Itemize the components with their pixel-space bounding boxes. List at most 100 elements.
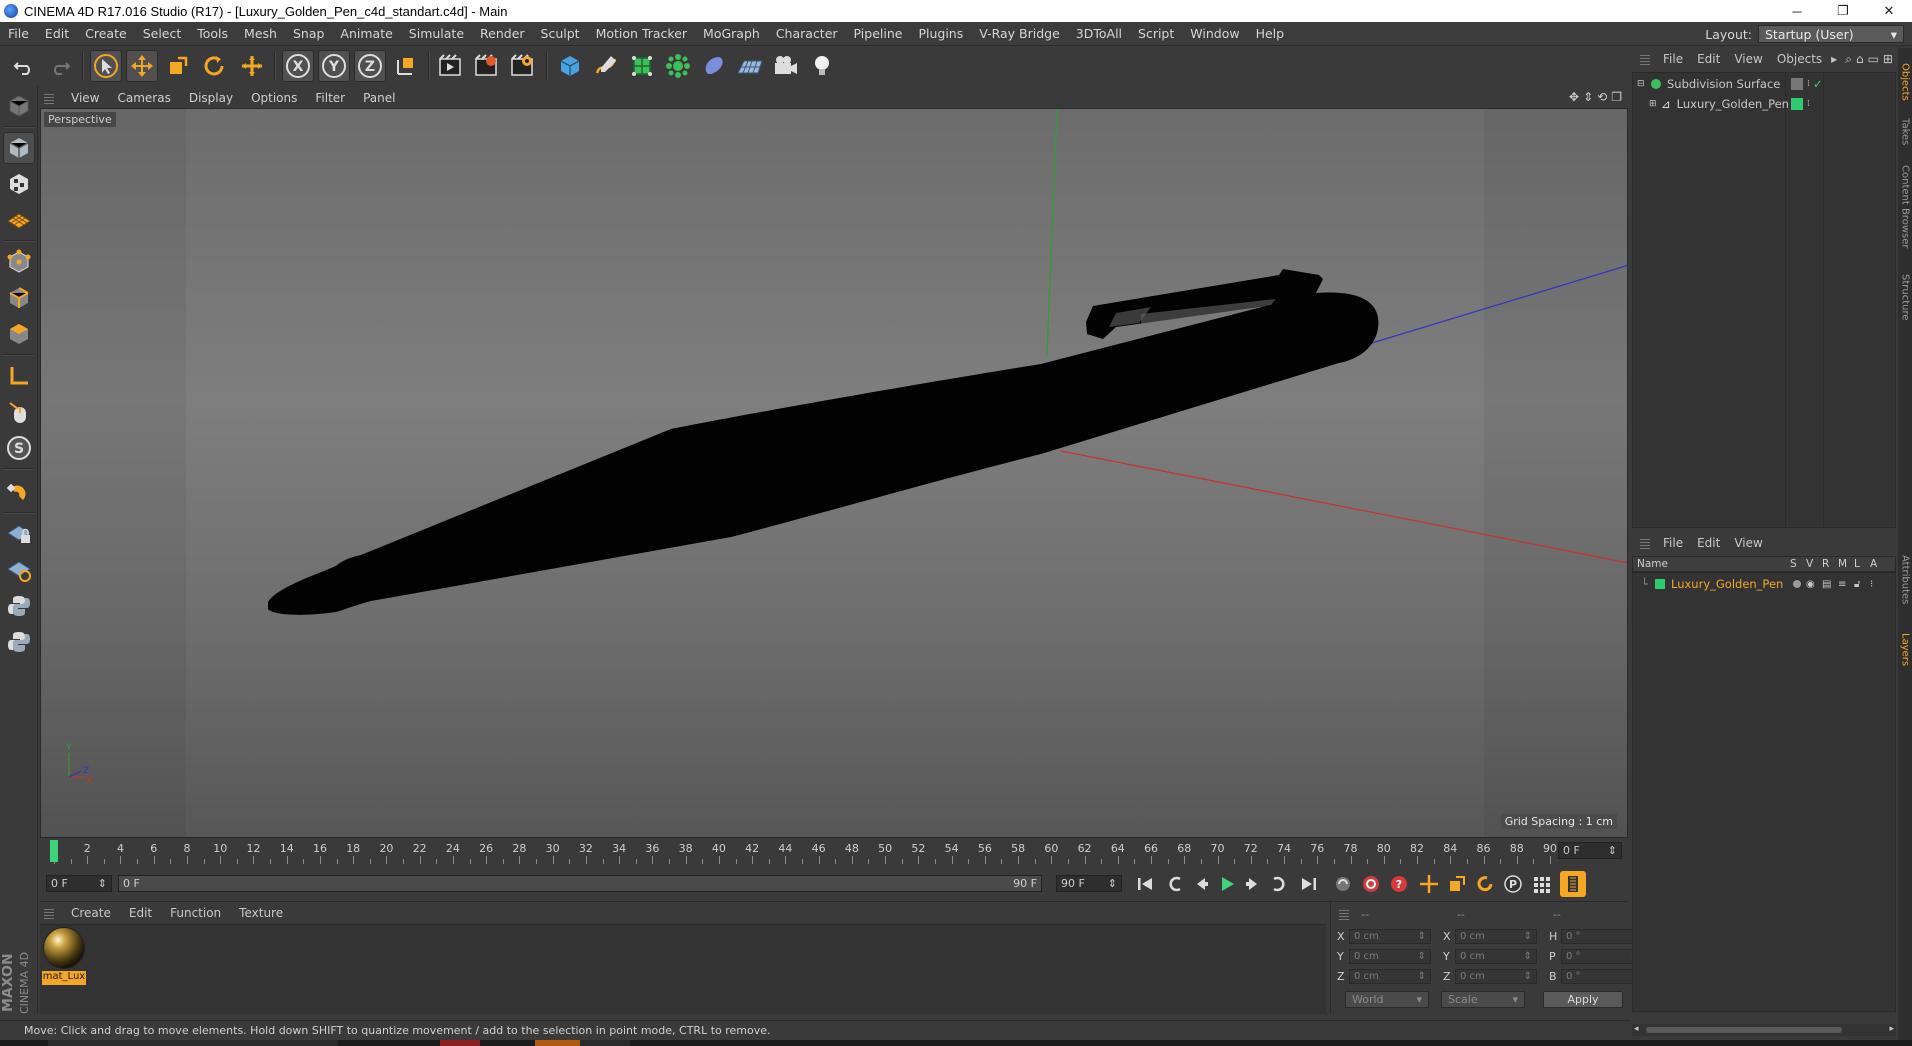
autokeying-icon[interactable] <box>1358 871 1384 897</box>
next-key-icon[interactable] <box>1266 871 1292 897</box>
frame-range-slider[interactable]: 0 F 90 F <box>118 875 1042 892</box>
animation-toggle-icon[interactable]: ⁝ <box>1870 579 1873 590</box>
menu-script[interactable]: Script <box>1130 26 1182 41</box>
menu-mograph[interactable]: MoGraph <box>695 26 768 41</box>
subdivision-icon[interactable] <box>626 50 658 82</box>
layer-swatch-icon[interactable] <box>1791 98 1803 110</box>
record-parameter-icon[interactable]: P <box>1500 871 1526 897</box>
menu-sculpt[interactable]: Sculpt <box>533 26 588 41</box>
tab-layers[interactable]: Layers <box>1898 620 1912 680</box>
lock-icon[interactable]: 🔓︎ <box>1854 579 1860 590</box>
tab-structure[interactable]: Structure <box>1898 262 1912 332</box>
tab-content-browser[interactable]: Content Browser <box>1898 152 1912 262</box>
record-rotation-icon[interactable] <box>1472 871 1498 897</box>
layers-menu-view[interactable]: View <box>1727 536 1769 550</box>
coordinate-space-dropdown[interactable]: World ▾ <box>1345 991 1429 1008</box>
current-frame-field[interactable]: 0 F ⇕ <box>1558 842 1622 859</box>
go-to-start-icon[interactable] <box>1132 871 1158 897</box>
render-picture-viewer-icon[interactable] <box>470 50 502 82</box>
go-to-end-icon[interactable] <box>1296 871 1322 897</box>
record-position-icon[interactable] <box>1416 871 1442 897</box>
layer-swatch-icon[interactable] <box>1791 78 1803 90</box>
solo-toggle-icon[interactable] <box>1793 580 1801 588</box>
viewport-menu-display[interactable]: Display <box>180 91 242 105</box>
menu-help[interactable]: Help <box>1248 26 1293 41</box>
size-z-field[interactable]: 0 cm ⇕ <box>1455 969 1537 984</box>
enabled-check-icon[interactable]: ✓ <box>1813 77 1823 91</box>
timeline-ruler[interactable]: 0246810121416182022242628303234363840424… <box>40 838 1628 864</box>
tab-takes[interactable]: Takes <box>1898 112 1912 152</box>
render-view-icon[interactable] <box>434 50 466 82</box>
planar-workplane-icon[interactable] <box>3 554 35 586</box>
tab-attributes[interactable]: Attributes <box>1898 540 1912 620</box>
solo-mode-icon[interactable]: S <box>3 432 35 464</box>
search-icon[interactable]: ⌕ <box>1845 52 1852 67</box>
camera-icon[interactable] <box>770 50 802 82</box>
snapping-magnet-icon[interactable] <box>3 476 35 508</box>
points-mode-icon[interactable] <box>3 246 35 278</box>
size-mode-dropdown[interactable]: Scale ▾ <box>1441 991 1525 1008</box>
scroll-left-icon[interactable]: ◂ <box>1634 1024 1639 1034</box>
texture-mode-icon[interactable] <box>3 168 35 200</box>
deformer-icon[interactable] <box>698 50 730 82</box>
layers-menu-edit[interactable]: Edit <box>1690 536 1727 550</box>
object-row[interactable]: ⊞ ⊿ Luxury_Golden_Pen ⁞ <box>1633 95 1895 113</box>
tab-objects[interactable]: Objects <box>1898 52 1912 112</box>
visibility-dots-icon[interactable]: ⁞ <box>1807 79 1810 89</box>
material-menu-function[interactable]: Function <box>161 906 230 920</box>
viewport-zoom-icon[interactable]: ⇕ <box>1583 90 1593 104</box>
3d-viewport[interactable]: Perspective Y Z X Grid Spacing : 1 cm <box>40 108 1628 838</box>
new-window-icon[interactable]: ▭ <box>1868 52 1879 66</box>
python-script-icon[interactable] <box>3 590 35 622</box>
tweak-mode-icon[interactable] <box>3 396 35 428</box>
position-x-field[interactable]: 0 cm ⇕ <box>1349 929 1431 944</box>
material-menu-create[interactable]: Create <box>62 906 120 920</box>
panel-grip[interactable] <box>44 92 54 104</box>
lock-workplane-icon[interactable] <box>3 518 35 550</box>
menu-select[interactable]: Select <box>135 26 190 41</box>
collapse-toggle-icon[interactable]: ⊟ <box>1637 79 1647 89</box>
previous-key-icon[interactable] <box>1162 871 1188 897</box>
panel-grip[interactable] <box>1640 53 1650 65</box>
floor-icon[interactable] <box>734 50 766 82</box>
rotation-b-field[interactable]: 0 °⇕ <box>1561 969 1643 984</box>
x-axis-icon[interactable]: X <box>282 50 314 82</box>
menu-render[interactable]: Render <box>472 26 533 41</box>
python-script-2-icon[interactable] <box>3 626 35 658</box>
light-icon[interactable] <box>806 50 838 82</box>
menu-animate[interactable]: Animate <box>332 26 400 41</box>
rotate-icon[interactable] <box>198 50 230 82</box>
play-forward-icon[interactable] <box>1214 871 1240 897</box>
model-mode-icon[interactable] <box>3 132 35 164</box>
objects-menu-edit[interactable]: Edit <box>1690 52 1727 66</box>
menu-3dtoall[interactable]: 3DToAll <box>1068 26 1130 41</box>
polygons-mode-icon[interactable] <box>3 318 35 350</box>
end-frame-field[interactable]: 90 F ⇕ <box>1056 875 1122 892</box>
viewport-pan-icon[interactable]: ✥ <box>1569 90 1579 104</box>
position-y-field[interactable]: 0 cm ⇕ <box>1349 949 1431 964</box>
restore-button[interactable]: ❐ <box>1820 0 1866 22</box>
size-y-field[interactable]: 0 cm ⇕ <box>1455 949 1537 964</box>
material-menu-edit[interactable]: Edit <box>120 906 161 920</box>
render-toggle-icon[interactable]: ▤ <box>1822 579 1831 590</box>
viewport-menu-filter[interactable]: Filter <box>306 91 354 105</box>
visible-eye-icon[interactable]: ◉ <box>1806 579 1815 590</box>
manager-toggle-icon[interactable]: ≡ <box>1838 579 1846 590</box>
layer-horizontal-scrollbar[interactable]: ◂ ▸ <box>1632 1024 1896 1036</box>
panel-grip[interactable] <box>44 907 54 919</box>
visibility-dots-icon[interactable]: ⁞ <box>1807 99 1810 109</box>
expand-icon[interactable]: ⊞ <box>1883 52 1893 66</box>
rotation-p-field[interactable]: 0 °⇕ <box>1561 949 1643 964</box>
menu-edit[interactable]: Edit <box>37 26 77 41</box>
edges-mode-icon[interactable] <box>3 282 35 314</box>
workplane-icon[interactable] <box>3 204 35 236</box>
layers-menu-file[interactable]: File <box>1656 536 1690 550</box>
viewport-menu-options[interactable]: Options <box>242 91 306 105</box>
render-settings-icon[interactable] <box>506 50 538 82</box>
panel-grip[interactable] <box>1339 908 1349 920</box>
material-menu-texture[interactable]: Texture <box>230 906 292 920</box>
live-select-icon[interactable] <box>236 50 268 82</box>
object-row[interactable]: ⊟ Subdivision Surface ⁞ ✓ <box>1633 75 1895 93</box>
viewport-menu-view[interactable]: View <box>62 91 108 105</box>
undo-icon[interactable] <box>8 50 40 82</box>
